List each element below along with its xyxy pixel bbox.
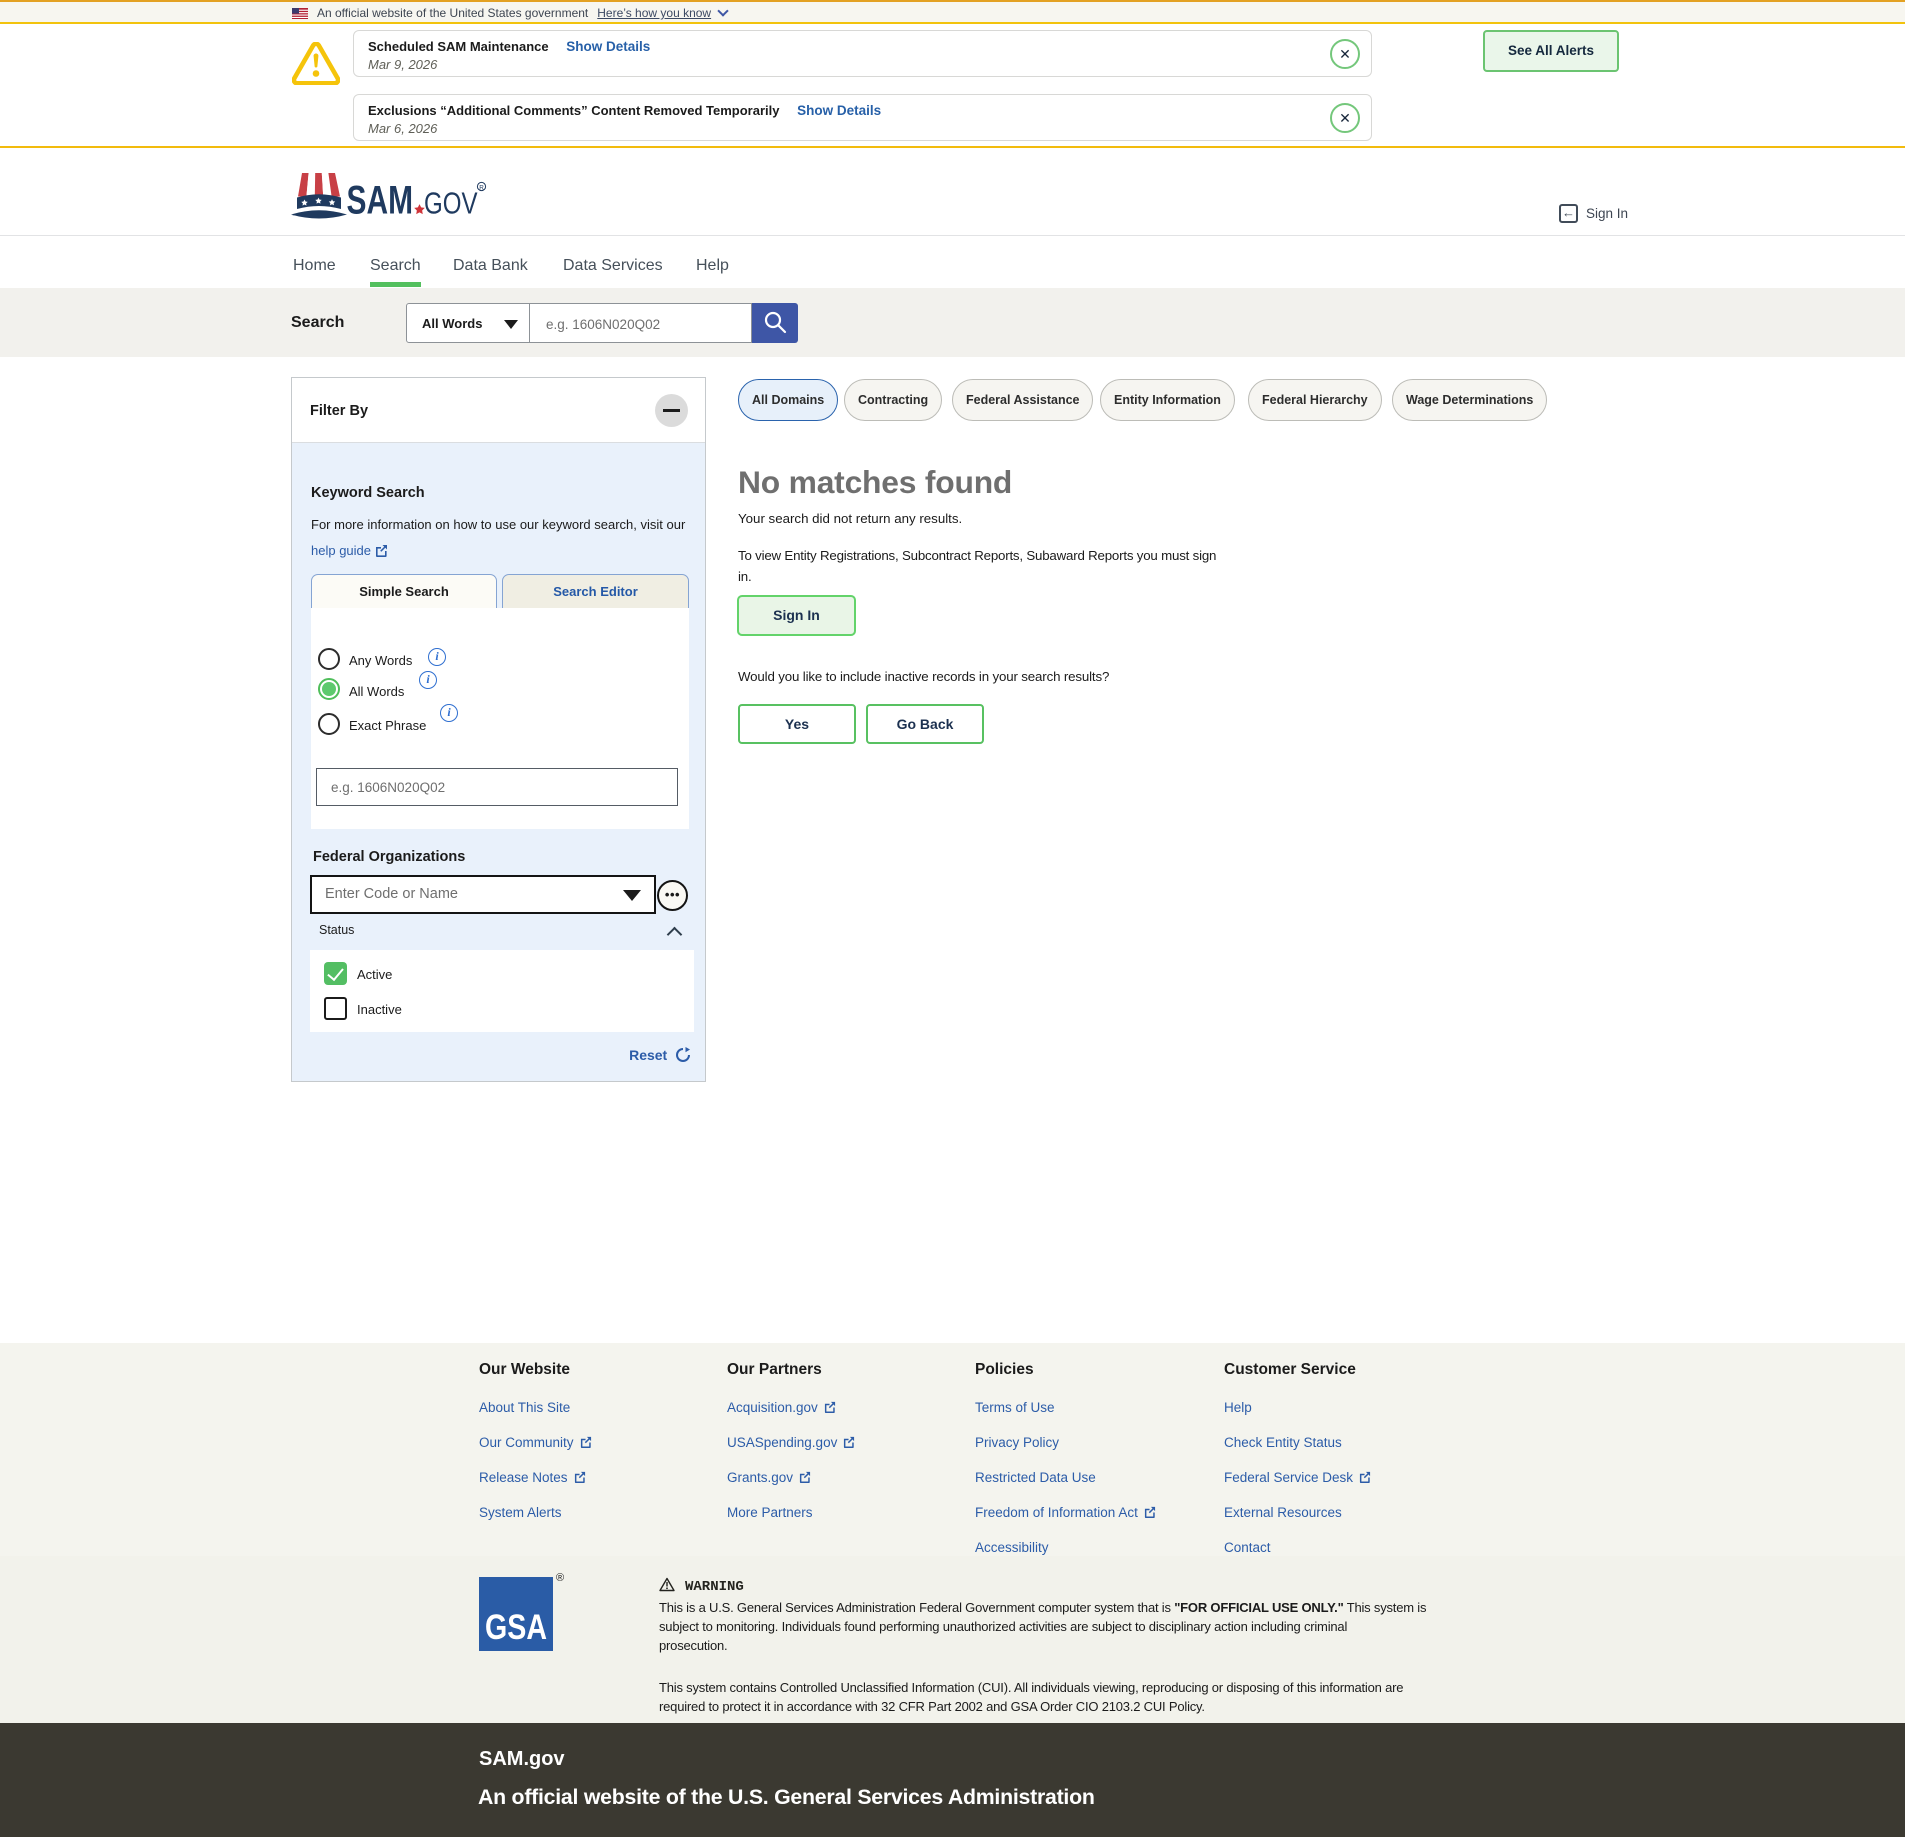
svg-text:R: R xyxy=(479,184,484,191)
svg-text:GSA: GSA xyxy=(485,1608,547,1647)
svg-text:GOV: GOV xyxy=(424,186,478,221)
svg-text:SAM: SAM xyxy=(347,179,414,221)
